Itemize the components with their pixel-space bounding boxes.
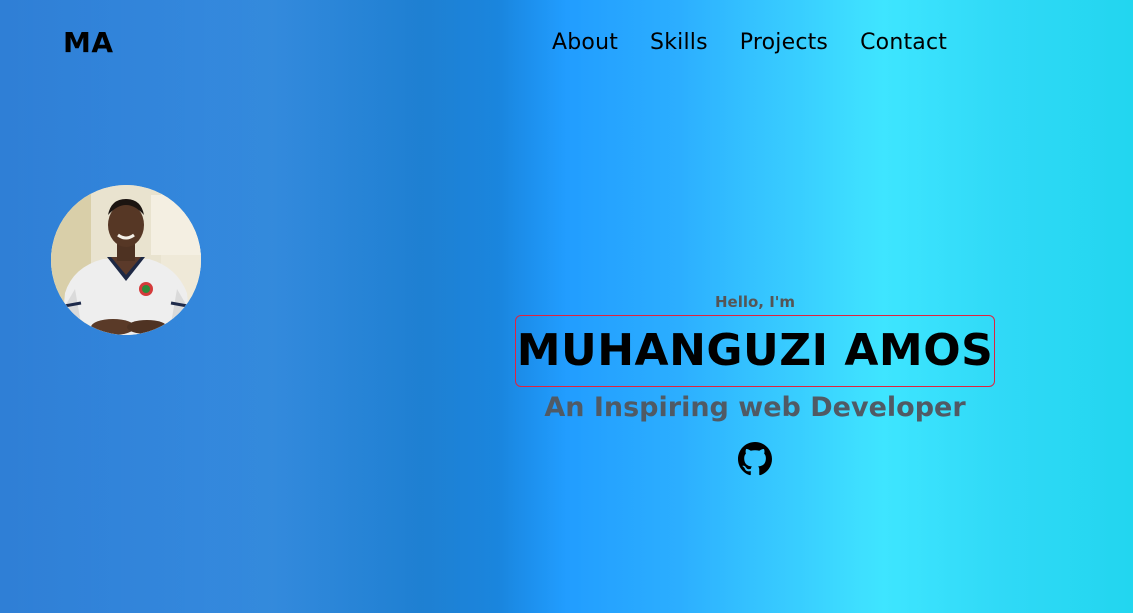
hero-tagline: An Inspiring web Developer	[544, 392, 966, 423]
nav-about-link[interactable]: About	[552, 30, 618, 55]
nav-skills-link[interactable]: Skills	[650, 30, 708, 55]
greeting-text: Hello, I'm	[714, 293, 796, 311]
profile-photo	[51, 185, 201, 335]
hero-section: Hello, I'm MUHANGUZI AMOS An Inspiring w…	[380, 290, 1130, 476]
nav-contact-link[interactable]: Contact	[860, 30, 947, 55]
hero-name: MUHANGUZI AMOS	[516, 325, 994, 376]
nav-projects-link[interactable]: Projects	[740, 30, 828, 55]
profile-avatar	[51, 185, 201, 335]
github-icon[interactable]	[738, 442, 772, 476]
main-nav: About Skills Projects Contact	[552, 30, 947, 55]
site-logo[interactable]: MA	[63, 26, 114, 59]
name-highlight-box: MUHANGUZI AMOS	[514, 315, 996, 387]
social-links	[380, 442, 1130, 476]
